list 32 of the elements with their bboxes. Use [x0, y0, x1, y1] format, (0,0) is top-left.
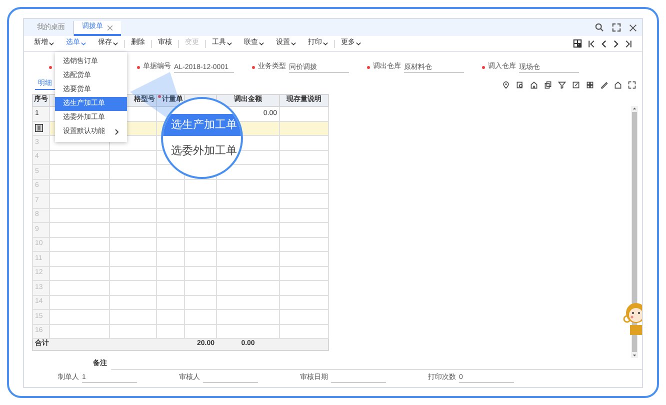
edit-document-icon[interactable]: [572, 80, 580, 88]
scroll-up-icon[interactable]: [632, 106, 637, 111]
row-edit-icon[interactable]: [35, 124, 43, 132]
next-icon[interactable]: [613, 40, 619, 48]
caret-icon: [291, 42, 296, 46]
caret-icon: [227, 42, 232, 46]
scroll-down-icon[interactable]: [632, 353, 637, 358]
chevron-right-icon: [115, 129, 119, 135]
caret-icon: [356, 42, 361, 46]
copy-icon[interactable]: [544, 80, 552, 88]
last-page-icon[interactable]: [625, 40, 632, 48]
caret-icon: [49, 42, 54, 46]
previous-icon[interactable]: [601, 40, 607, 48]
caret-icon: [259, 42, 264, 46]
grid-settings-icon[interactable]: [573, 39, 582, 48]
document-search-icon[interactable]: [516, 80, 524, 88]
close-icon[interactable]: [107, 24, 113, 30]
fullscreen-icon[interactable]: [628, 80, 636, 88]
first-page-icon[interactable]: [588, 40, 595, 48]
caret-icon: [113, 42, 118, 46]
grid-icon[interactable]: [586, 80, 594, 88]
fullscreen-icon[interactable]: [612, 23, 621, 32]
close-icon[interactable]: [629, 24, 637, 32]
house-icon[interactable]: [614, 80, 622, 88]
location-pin-icon[interactable]: [502, 80, 510, 88]
pencil-icon[interactable]: [600, 80, 608, 88]
monkey-mascot-drawing: [622, 301, 642, 335]
caret-icon: [81, 42, 86, 46]
caret-icon: [323, 42, 328, 46]
home-document-icon[interactable]: [530, 80, 538, 88]
filter-icon[interactable]: [558, 80, 566, 88]
search-icon[interactable]: [595, 23, 604, 32]
